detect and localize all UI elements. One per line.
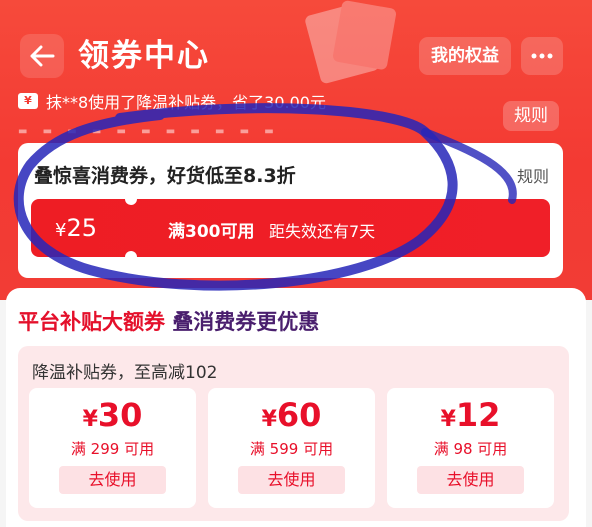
notice-text: 抹**8使用了降温补贴券，省了30.00元	[46, 93, 326, 112]
use-voucher-button[interactable]: 去使用	[417, 466, 524, 494]
voucher-condition: 满 599 可用	[249, 440, 334, 458]
voucher-currency: ¥	[82, 407, 98, 432]
subsidy-box: 降温补贴券，至高减102 ¥30 满 299 可用 去使用 ¥60 满 599 …	[18, 346, 569, 521]
voucher-amount: ¥12	[387, 396, 554, 434]
hidden-notice-edge: ▬ ▬ ▬ ▬ ▬ ▬ ▬ ▬ ▬ ▬ ▬	[18, 126, 280, 134]
voucher-amount-value: 30	[97, 396, 143, 434]
coupon-condition: 满300可用	[168, 222, 255, 242]
coupon-amount: ¥25	[55, 213, 97, 246]
stack-coupon-card: 叠惊喜消费券，好货低至8.3折 规则 ¥25 满300可用 距失效还有7天	[18, 143, 563, 278]
voucher-amount: ¥30	[29, 396, 196, 434]
more-dots-icon	[531, 53, 553, 59]
rules-button[interactable]: 规则	[503, 101, 559, 131]
coupon-notch-top	[125, 193, 137, 205]
stack-card-title: 叠惊喜消费券，好货低至8.3折	[34, 165, 296, 187]
stack-coupon[interactable]: ¥25 满300可用 距失效还有7天	[31, 193, 550, 263]
coupon-decoration-icon	[305, 0, 397, 84]
voucher-condition: 满 98 可用	[433, 440, 508, 458]
use-voucher-button[interactable]: 去使用	[238, 466, 345, 494]
header: 领券中心 我的权益 ¥ 抹**8使用了降温补贴券，省了30.00元 规则 ▬ ▬…	[0, 0, 592, 300]
usage-notice: ¥ 抹**8使用了降温补贴券，省了30.00元	[18, 90, 326, 112]
use-voucher-button[interactable]: 去使用	[59, 466, 166, 494]
back-button[interactable]	[20, 34, 64, 78]
platform-title-part2: 叠消费券更优惠	[172, 310, 320, 334]
voucher-condition: 满 299 可用	[70, 440, 155, 458]
subsidy-title: 降温补贴券，至高减102	[32, 363, 218, 383]
more-button[interactable]	[521, 37, 563, 75]
page-title: 领券中心	[78, 38, 210, 74]
back-arrow-icon	[30, 45, 55, 67]
platform-section-title: 平台补贴大额券 叠消费券更优惠	[18, 306, 319, 336]
voucher-amount-value: 12	[455, 396, 501, 434]
voucher-card[interactable]: ¥30 满 299 可用 去使用	[29, 388, 196, 508]
notice-badge-icon: ¥	[18, 93, 38, 109]
voucher-currency: ¥	[261, 407, 277, 432]
coupon-currency: ¥	[55, 220, 67, 241]
voucher-card[interactable]: ¥12 满 98 可用 去使用	[387, 388, 554, 508]
platform-title-part1: 平台补贴大额券	[18, 310, 165, 334]
coupon-notch-bottom	[125, 251, 137, 263]
voucher-amount-value: 60	[276, 396, 322, 434]
coupon-amount-value: 25	[66, 214, 97, 242]
platform-subsidy-panel: 平台补贴大额券 叠消费券更优惠 降温补贴券，至高减102 ¥30 满 299 可…	[6, 288, 586, 527]
coupon-expiry: 距失效还有7天	[269, 222, 376, 241]
voucher-card[interactable]: ¥60 满 599 可用 去使用	[208, 388, 375, 508]
voucher-currency: ¥	[440, 407, 456, 432]
stack-card-rules-link[interactable]: 规则	[517, 163, 549, 187]
my-rights-button[interactable]: 我的权益	[419, 37, 511, 75]
voucher-amount: ¥60	[208, 396, 375, 434]
